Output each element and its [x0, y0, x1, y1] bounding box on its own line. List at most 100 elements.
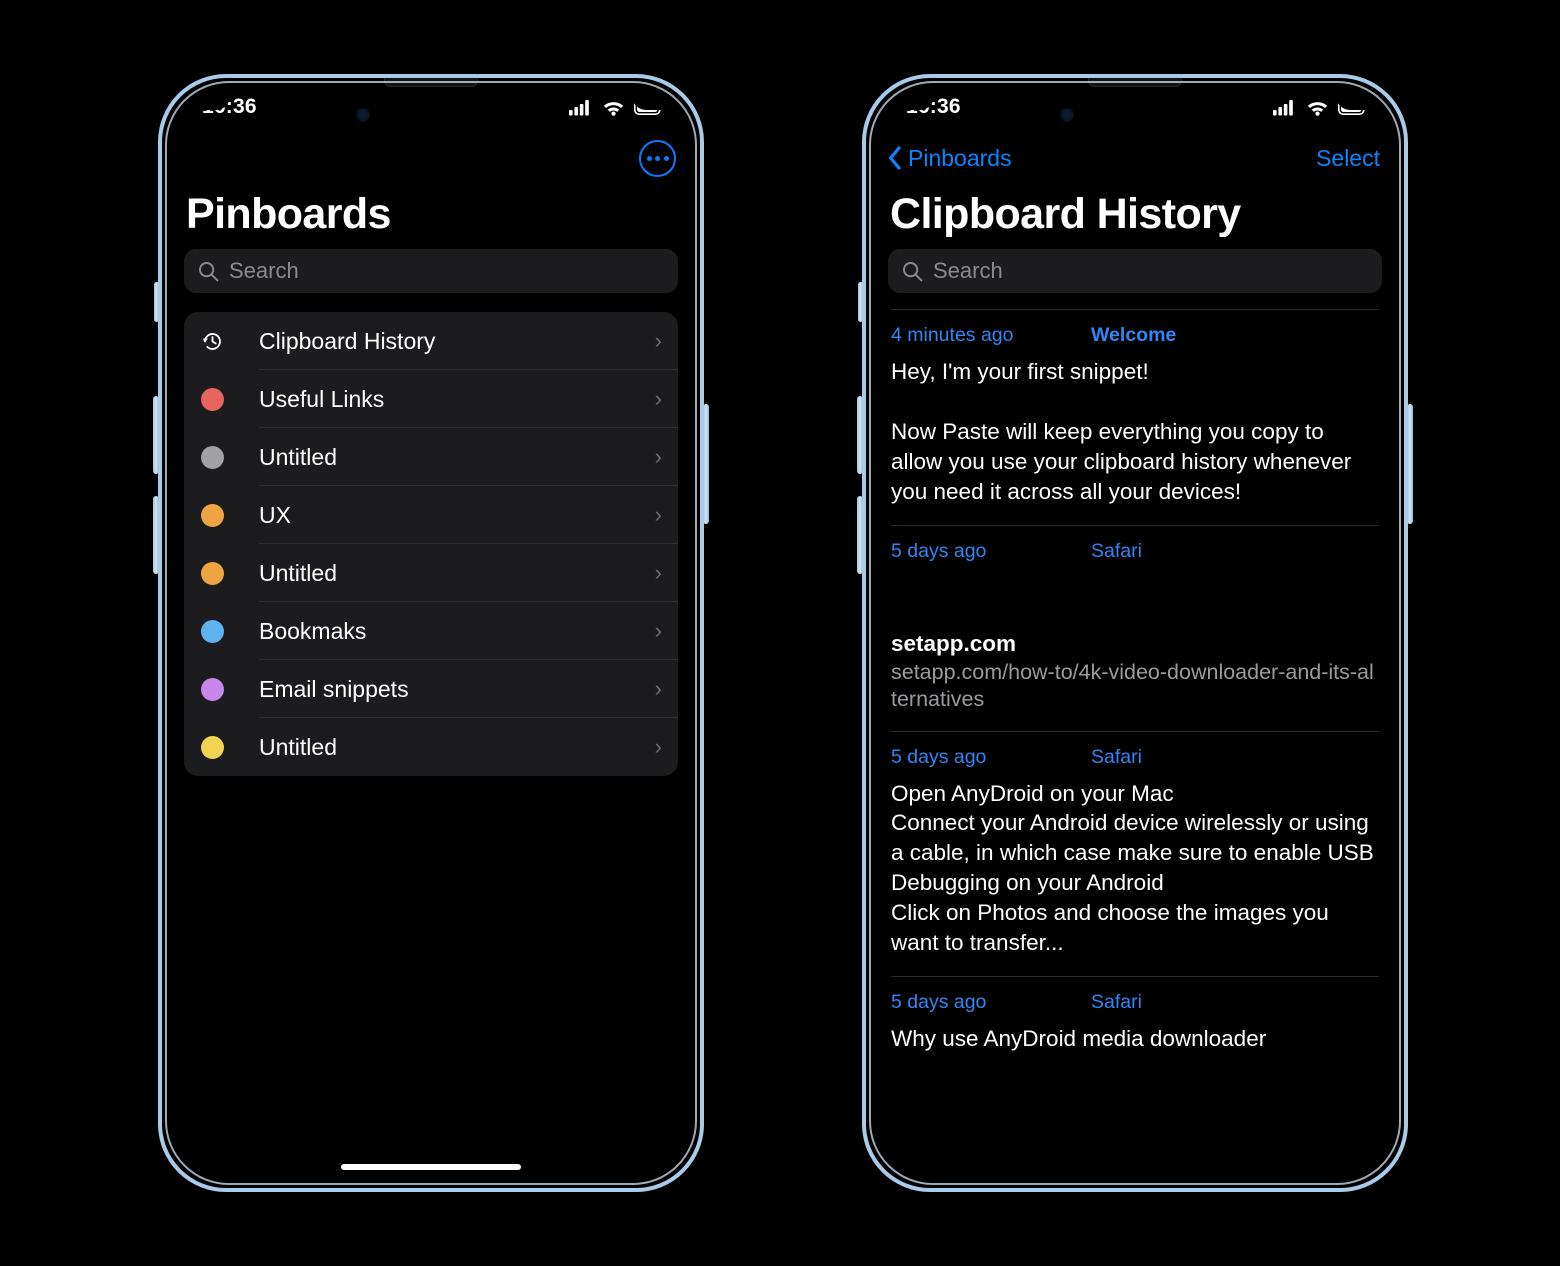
pinboard-label: Email snippets: [259, 675, 409, 702]
clip-text: Why use AnyDroid media downloader: [891, 1026, 1267, 1052]
chevron-right-icon: ›: [654, 502, 662, 528]
status-bar-right: 16:36: [868, 80, 1402, 134]
clip-link-title: setapp.com: [891, 630, 1017, 656]
power-button[interactable]: [703, 404, 709, 524]
back-button-label: Pinboards: [908, 144, 1012, 171]
volume-up-button-right[interactable]: [857, 396, 863, 474]
home-indicator[interactable]: [341, 1164, 521, 1170]
chevron-right-icon: ›: [654, 328, 662, 354]
clipboard-item[interactable]: 5 days ago Safari setapp.com setapp.com/how…: [868, 526, 1402, 731]
chevron-left-icon: [888, 146, 901, 170]
page-title: Pinboards: [186, 190, 391, 238]
notch-ear-left: [164, 80, 230, 110]
clip-meta-row: 4 minutes ago Welcome: [891, 310, 1379, 357]
pinboard-row[interactable]: Untitled ›: [184, 718, 678, 776]
pinboard-row[interactable]: UX ›: [184, 486, 678, 545]
notch-ear-left-right: [868, 80, 934, 110]
chevron-right-icon: ›: [654, 560, 662, 586]
nav-bar-left: [164, 134, 698, 182]
pinboard-label: UX: [259, 501, 291, 528]
chevron-right-icon: ›: [654, 676, 662, 702]
ellipsis-dot-1: [646, 155, 652, 161]
pinboard-row[interactable]: Clipboard History ›: [184, 312, 678, 371]
notch-ear-right-right: [1336, 80, 1402, 110]
page-title-right: Clipboard History: [890, 190, 1241, 238]
pinboard-color-dot: [201, 387, 224, 411]
clip-link-url: setapp.com/how-to/4k-video-downloader-an…: [891, 659, 1374, 711]
pinboard-row[interactable]: Useful Links ›: [184, 370, 678, 429]
power-button-right[interactable]: [1407, 404, 1413, 524]
clipboard-history-list[interactable]: 4 minutes ago Welcome Hey, I'm your first …: [868, 309, 1402, 1186]
front-camera-icon-right: [1060, 108, 1074, 122]
select-button[interactable]: Select: [1316, 145, 1380, 172]
chevron-right-icon: ›: [654, 734, 662, 760]
search-placeholder: Search: [229, 258, 299, 284]
more-options-button[interactable]: [639, 139, 676, 177]
search-input[interactable]: Search: [184, 249, 678, 294]
pinboard-color-dot: [201, 735, 224, 759]
search-icon: [903, 261, 923, 281]
clip-meta-row: 5 days ago Safari: [891, 977, 1379, 1024]
chevron-right-icon: ›: [654, 444, 662, 470]
clip-text: Open AnyDroid on your Mac Connect your A…: [891, 780, 1374, 956]
search-icon: [199, 261, 219, 281]
clip-text: Hey, I'm your first snippet! Now Paste w…: [891, 359, 1352, 504]
pinboard-label: Useful Links: [259, 385, 385, 412]
clip-link-preview[interactable]: setapp.com setapp.com/how-to/4k-video-dow…: [891, 573, 1379, 731]
pinboard-row[interactable]: Bookmaks ›: [184, 602, 678, 661]
nav-bar-right: Pinboards Select: [868, 134, 1402, 182]
screen-right: 16:36 Pinboards Select Clipboard History…: [868, 80, 1402, 1186]
clip-timestamp: 5 days ago: [891, 991, 987, 1014]
pinboard-color-dot: [201, 561, 224, 585]
mute-switch-button[interactable]: [154, 282, 159, 322]
clip-timestamp: 5 days ago: [891, 539, 987, 562]
phone-device-right: 16:36 Pinboards Select Clipboard History…: [857, 74, 1413, 1192]
earpiece-speaker-icon-right: [1088, 77, 1182, 87]
phone-device-left: 16:36 Pinboards Search Clipboard History…: [153, 74, 709, 1192]
clock-history-icon: [202, 332, 221, 350]
pinboard-color-dot: [201, 445, 224, 469]
notch-ear-right: [632, 80, 698, 110]
clip-source: Safari: [1091, 991, 1142, 1014]
mute-switch-button-right[interactable]: [858, 282, 863, 322]
volume-up-button[interactable]: [153, 396, 159, 474]
clip-source: Safari: [1091, 745, 1142, 768]
pinboard-row[interactable]: Email snippets ›: [184, 660, 678, 719]
clip-source: Safari: [1091, 539, 1142, 562]
pinboard-row[interactable]: Untitled ›: [184, 428, 678, 487]
pinboards-list: Clipboard History › Useful Links › Untitled ›…: [184, 312, 678, 777]
volume-down-button-right[interactable]: [857, 496, 863, 574]
ellipsis-dot-2: [655, 155, 660, 161]
pinboard-label: Clipboard History: [259, 327, 436, 354]
pinboard-row[interactable]: Untitled ›: [184, 544, 678, 603]
earpiece-speaker-icon: [384, 77, 478, 87]
cellular-signal-icon: [1273, 99, 1293, 115]
clip-timestamp: 5 days ago: [891, 745, 987, 768]
ellipsis-dot-3: [663, 155, 669, 161]
wifi-icon: [1307, 101, 1328, 116]
clip-source: Welcome: [1091, 324, 1177, 347]
pinboard-label: Untitled: [259, 559, 337, 586]
pinboard-label: Bookmaks: [259, 617, 367, 644]
clip-meta-row: 5 days ago Safari: [891, 526, 1379, 573]
pinboard-color-dot: [201, 503, 224, 527]
chevron-right-icon: ›: [654, 386, 662, 412]
pinboard-color-dot: [201, 619, 224, 643]
pinboard-color-dot: [201, 677, 224, 701]
pinboard-label: Untitled: [259, 443, 337, 470]
wifi-icon: [603, 101, 624, 116]
status-bar: 16:36: [164, 80, 698, 134]
pinboard-label: Untitled: [259, 733, 337, 760]
clipboard-item[interactable]: 4 minutes ago Welcome Hey, I'm your first …: [868, 310, 1402, 525]
search-input-right[interactable]: Search: [888, 249, 1382, 294]
clip-meta-row: 5 days ago Safari: [891, 732, 1379, 779]
clip-timestamp: 4 minutes ago: [891, 324, 1014, 347]
chevron-right-icon: ›: [654, 618, 662, 644]
search-placeholder-right: Search: [933, 258, 1003, 284]
screen-left: 16:36 Pinboards Search Clipboard History…: [164, 80, 698, 1186]
clipboard-item[interactable]: 5 days ago Safari Why use AnyDroid media d…: [868, 977, 1402, 1072]
volume-down-button[interactable]: [153, 496, 159, 574]
clipboard-item[interactable]: 5 days ago Safari Open AnyDroid on your Ma…: [868, 732, 1402, 977]
cellular-signal-icon: [569, 99, 589, 115]
back-button[interactable]: Pinboards: [888, 145, 1012, 172]
